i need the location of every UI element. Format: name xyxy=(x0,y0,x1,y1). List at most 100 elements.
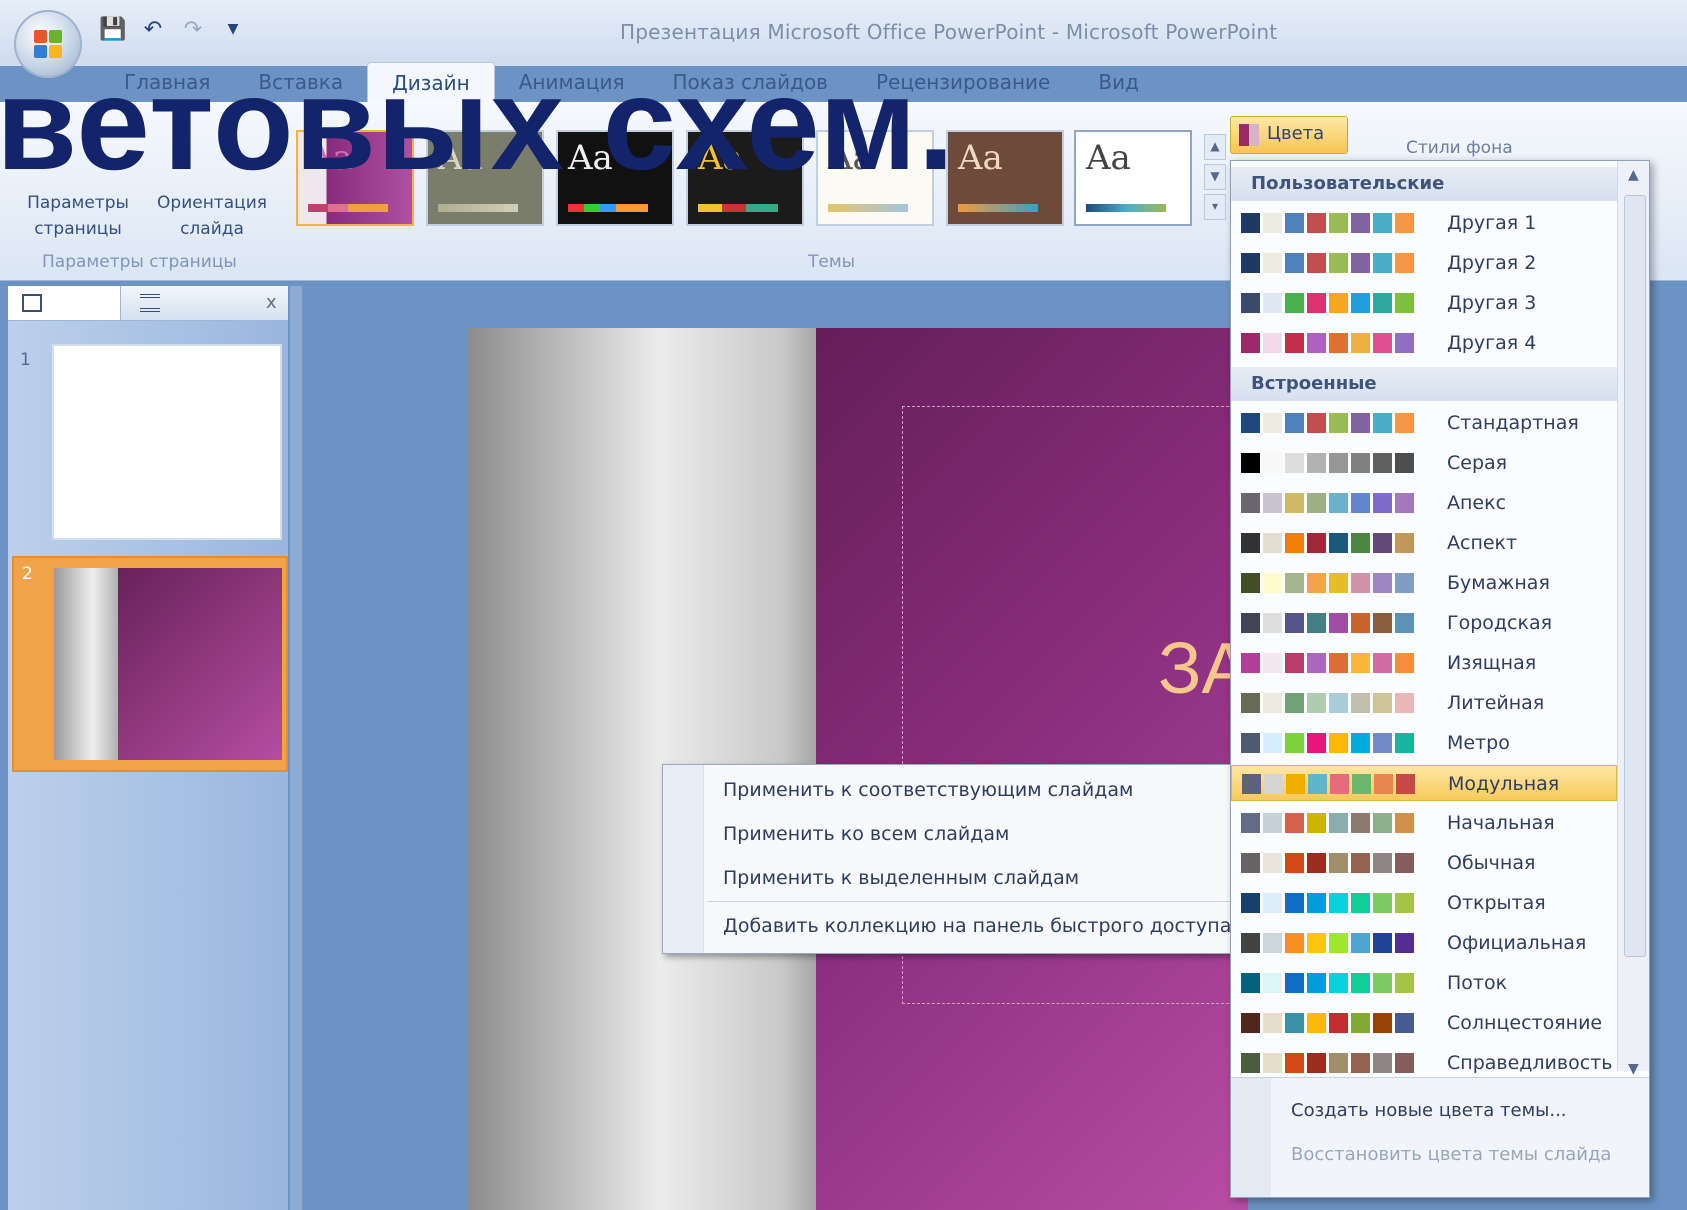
color-scheme-builtin[interactable]: Начальная xyxy=(1231,805,1617,841)
color-swatch xyxy=(1263,933,1282,953)
redo-icon[interactable]: ↷ xyxy=(180,16,206,42)
gallery-more-icon[interactable]: ▾ xyxy=(1204,194,1226,220)
color-scheme-label: Начальная xyxy=(1447,812,1555,834)
scroll-up-icon[interactable]: ▲ xyxy=(1628,167,1639,183)
reset-theme-colors-command: Восстановить цвета темы слайда xyxy=(1291,1144,1612,1165)
color-swatch xyxy=(1307,533,1326,553)
color-swatch xyxy=(1329,973,1348,993)
color-scheme-builtin[interactable]: Обычная xyxy=(1231,845,1617,881)
color-swatch xyxy=(1307,613,1326,633)
color-swatch xyxy=(1351,253,1370,273)
color-scheme-builtin[interactable]: Изящная xyxy=(1231,645,1617,681)
color-swatch xyxy=(1285,333,1304,353)
color-swatch xyxy=(1395,293,1414,313)
color-scheme-builtin[interactable]: Аспект xyxy=(1231,525,1617,561)
color-scheme-builtin[interactable]: Модульная xyxy=(1231,765,1617,801)
commands-gutter xyxy=(1231,1078,1271,1197)
color-scheme-builtin[interactable]: Городская xyxy=(1231,605,1617,641)
menu-item-add-to-qat[interactable]: Добавить коллекцию на панель быстрого до… xyxy=(723,915,1231,937)
color-scheme-builtin[interactable]: Серая xyxy=(1231,445,1617,481)
color-scheme-builtin[interactable]: Метро xyxy=(1231,725,1617,761)
page-setup-buttons: Параметры страницы Ориентация слайда xyxy=(20,190,270,242)
quick-access-toolbar: 💾 ↶ ↷ ▼ xyxy=(99,16,246,42)
color-swatch xyxy=(1263,453,1282,473)
menu-separator xyxy=(707,901,1237,902)
color-swatch xyxy=(1285,413,1304,433)
menu-item-apply-selected[interactable]: Применить к выделенным слайдам xyxy=(723,867,1079,889)
menu-item-apply-all[interactable]: Применить ко всем слайдам xyxy=(723,823,1009,845)
color-swatch xyxy=(1285,1013,1304,1033)
color-swatch xyxy=(1329,253,1348,273)
color-scheme-builtin[interactable]: Литейная xyxy=(1231,685,1617,721)
color-swatch xyxy=(1352,774,1371,794)
color-swatch xyxy=(1373,413,1392,433)
color-scheme-custom[interactable]: Другая 2 xyxy=(1231,245,1617,281)
color-swatch xyxy=(1395,733,1414,753)
color-swatch xyxy=(1263,693,1282,713)
color-swatch xyxy=(1263,653,1282,673)
pane-splitter[interactable] xyxy=(290,286,302,1210)
color-scheme-custom[interactable]: Другая 4 xyxy=(1231,325,1617,361)
color-scheme-custom[interactable]: Другая 3 xyxy=(1231,285,1617,321)
colors-button[interactable]: Цвета xyxy=(1230,116,1348,154)
color-swatch xyxy=(1373,253,1392,273)
themes-group-label: Темы xyxy=(808,252,856,272)
orientation-button[interactable]: Ориентация слайда xyxy=(154,190,270,242)
close-icon[interactable]: x xyxy=(266,292,277,313)
page-setup-button[interactable]: Параметры страницы xyxy=(20,190,136,242)
tab-view[interactable]: Вид xyxy=(1074,62,1163,102)
theme-thumb-7[interactable]: Aa xyxy=(1074,130,1192,226)
color-swatch xyxy=(1351,493,1370,513)
tab-outline[interactable] xyxy=(120,286,230,320)
color-scheme-label: Изящная xyxy=(1447,652,1537,674)
gallery-scroll-up-icon[interactable]: ▲ xyxy=(1204,134,1226,160)
slide-thumb-2-selected[interactable]: 2 xyxy=(12,556,288,772)
undo-icon[interactable]: ↶ xyxy=(140,16,166,42)
customize-qat-icon[interactable]: ▼ xyxy=(220,16,246,42)
color-swatch xyxy=(1307,493,1326,513)
save-icon[interactable]: 💾 xyxy=(99,16,126,42)
color-scheme-builtin[interactable]: Стандартная xyxy=(1231,405,1617,441)
color-swatch xyxy=(1285,853,1304,873)
slide-thumb-1[interactable] xyxy=(52,344,282,540)
color-scheme-custom[interactable]: Другая 1 xyxy=(1231,205,1617,241)
color-swatch xyxy=(1329,413,1348,433)
color-swatch xyxy=(1263,1013,1282,1033)
scrollbar-thumb[interactable] xyxy=(1624,195,1646,957)
background-styles-button[interactable]: Стили фона xyxy=(1406,138,1513,158)
color-swatch xyxy=(1241,333,1260,353)
color-swatch xyxy=(1285,493,1304,513)
color-swatch xyxy=(1373,693,1392,713)
color-swatch xyxy=(1307,253,1326,273)
color-scheme-builtin[interactable]: Апекс xyxy=(1231,485,1617,521)
slides-tab-icon xyxy=(22,294,42,312)
color-scheme-builtin[interactable]: Справедливость xyxy=(1231,1045,1617,1081)
color-swatch xyxy=(1263,853,1282,873)
color-swatch xyxy=(1307,413,1326,433)
color-swatch xyxy=(1241,693,1260,713)
color-scheme-label: Бумажная xyxy=(1447,572,1550,594)
color-scheme-builtin[interactable]: Солнцестояние xyxy=(1231,1005,1617,1041)
create-theme-colors-command[interactable]: Создать новые цвета темы... xyxy=(1291,1100,1567,1121)
color-scheme-label: Другая 1 xyxy=(1447,212,1537,234)
menu-item-apply-matching[interactable]: Применить к соответствующим слайдам xyxy=(723,779,1133,801)
color-swatches xyxy=(1241,733,1414,753)
color-scheme-builtin[interactable]: Бумажная xyxy=(1231,565,1617,601)
tab-slides[interactable] xyxy=(8,286,121,320)
color-swatch xyxy=(1329,1053,1348,1073)
color-scheme-builtin[interactable]: Открытая xyxy=(1231,885,1617,921)
color-swatch xyxy=(1351,813,1370,833)
scroll-down-icon[interactable]: ▼ xyxy=(1628,1061,1639,1077)
color-scheme-label: Открытая xyxy=(1447,892,1546,914)
color-swatches xyxy=(1241,933,1414,953)
dropdown-scrollbar[interactable]: ▲ ▼ xyxy=(1617,161,1649,1077)
gallery-scroll-down-icon[interactable]: ▼ xyxy=(1204,164,1226,190)
color-swatch xyxy=(1241,973,1260,993)
color-swatch xyxy=(1351,333,1370,353)
color-swatch xyxy=(1351,293,1370,313)
color-scheme-builtin[interactable]: Официальная xyxy=(1231,925,1617,961)
theme-thumb-6[interactable]: Aa xyxy=(946,130,1064,226)
color-swatch xyxy=(1351,933,1370,953)
context-menu-gutter xyxy=(663,765,704,953)
color-scheme-builtin[interactable]: Поток xyxy=(1231,965,1617,1001)
